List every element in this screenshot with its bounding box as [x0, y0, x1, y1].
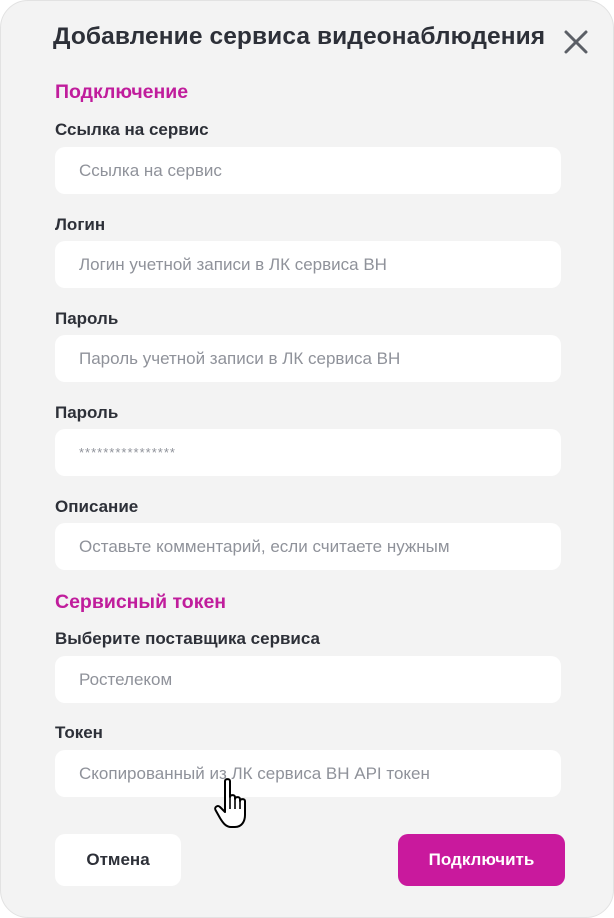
dialog-title: Добавление сервиса видеонаблюдения	[53, 23, 546, 50]
add-video-service-dialog: Добавление сервиса видеонаблюдения Подкл…	[0, 0, 614, 918]
description-input[interactable]	[55, 523, 561, 570]
cancel-button[interactable]: Отмена	[55, 834, 181, 886]
provider-select[interactable]: Ростелеком	[55, 656, 561, 703]
password-confirm-input[interactable]	[55, 429, 561, 476]
section-title-connection: Подключение	[55, 81, 189, 103]
description-label: Описание	[55, 497, 139, 516]
connect-button[interactable]: Подключить	[398, 834, 565, 886]
close-icon[interactable]	[562, 28, 590, 56]
login-input[interactable]	[55, 241, 561, 288]
password-confirm-label: Пароль	[55, 403, 119, 422]
service-link-input[interactable]	[55, 147, 561, 194]
section-title-service-token: Сервисный токен	[55, 591, 227, 613]
password-input[interactable]	[55, 335, 561, 382]
service-link-label: Ссылка на сервис	[55, 120, 209, 139]
provider-label: Выберите поставщика сервиса	[55, 629, 320, 648]
token-label: Токен	[55, 723, 103, 742]
token-input[interactable]	[55, 750, 561, 797]
login-label: Логин	[55, 215, 106, 234]
password-label: Пароль	[55, 309, 119, 328]
